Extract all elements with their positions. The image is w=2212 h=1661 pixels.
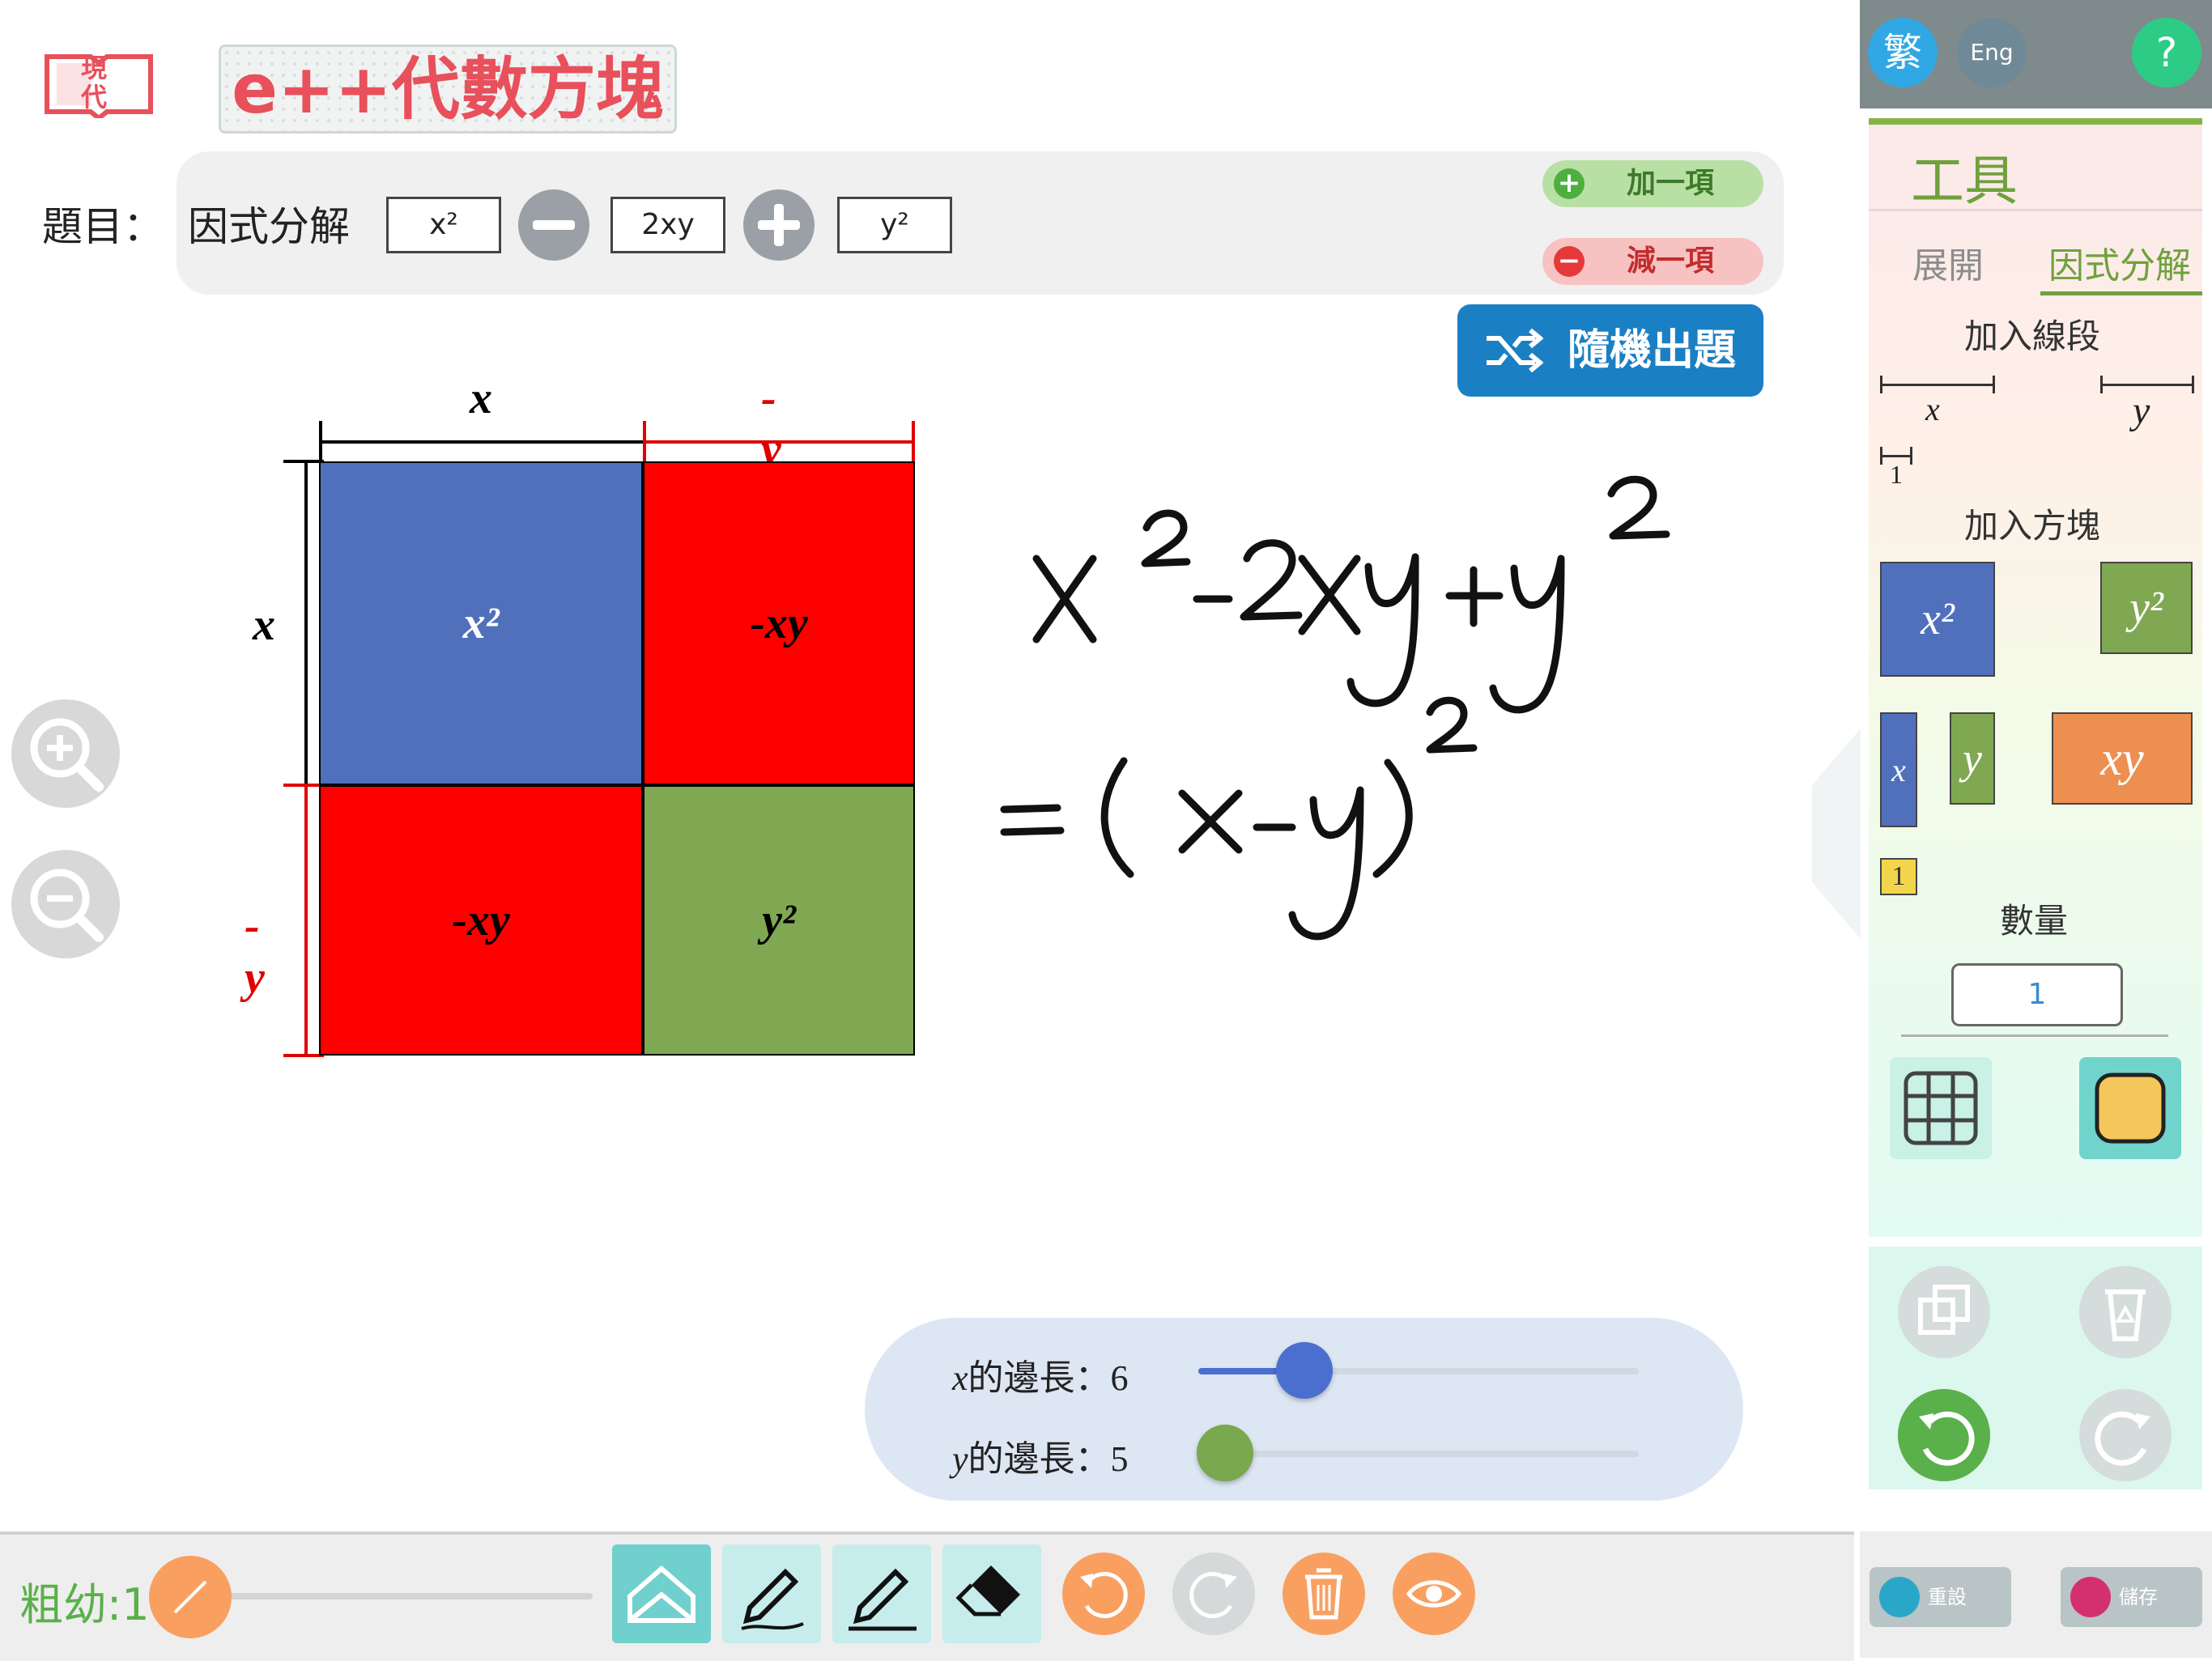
pencil-tool-button[interactable]	[722, 1544, 821, 1643]
quantity-label: 數量	[2000, 901, 2069, 941]
reset-trash-icon	[1879, 1577, 1920, 1617]
tile-style-icon	[2095, 1073, 2166, 1144]
stroke-thickness-handle[interactable]	[149, 1556, 232, 1638]
help-button[interactable]: ?	[2132, 18, 2201, 87]
random-question-label: 隨機出題	[1568, 326, 1737, 375]
redo-stroke-icon	[1189, 1572, 1237, 1618]
reset-button[interactable]: 重設	[1870, 1567, 2011, 1627]
stroke-thickness-slider[interactable]	[191, 1593, 593, 1599]
remove-term-button[interactable]: − 減一項	[1542, 238, 1763, 285]
minus-circle-icon: −	[1554, 246, 1585, 277]
segment-1-button[interactable]: 1	[1880, 447, 1921, 495]
panel-collapse-tab[interactable]	[1796, 729, 1861, 939]
pen-icon	[849, 1568, 917, 1631]
undo-move-button[interactable]	[1898, 1389, 1990, 1481]
zoom-out-icon	[30, 869, 104, 942]
english-button[interactable]: Eng	[1957, 18, 2027, 87]
duplicate-icon	[1918, 1285, 1970, 1335]
remove-term-label: 減一項	[1627, 244, 1715, 278]
zoom-in-icon	[30, 718, 104, 792]
stroke-line-icon	[173, 1580, 207, 1614]
slider-x-track[interactable]	[1198, 1342, 1639, 1399]
left-label-neg-y: -y	[245, 901, 265, 1003]
zoom-out-button[interactable]	[11, 850, 120, 958]
undo-icon	[1919, 1411, 1975, 1466]
add-block-label: 加入方塊	[1964, 506, 2101, 546]
recycle-bin-icon	[2105, 1289, 2146, 1341]
grid-icon	[1904, 1071, 1978, 1145]
question-type: 因式分解	[188, 203, 350, 250]
slider-y-label: y的邊長：5	[952, 1439, 1129, 1479]
stroke-thickness-label: 粗幼:1	[19, 1579, 150, 1630]
add-term-label: 加一項	[1627, 167, 1715, 200]
show-hide-drawing-button[interactable]	[1393, 1553, 1475, 1635]
duplicate-button[interactable]	[1898, 1266, 1990, 1358]
top-label-neg-y: -y	[761, 373, 781, 475]
background-tool-button[interactable]	[612, 1544, 711, 1643]
save-button[interactable]: 儲存	[2061, 1567, 2202, 1627]
redo-move-button[interactable]	[2079, 1389, 2172, 1481]
undo-stroke-icon	[1080, 1572, 1128, 1618]
block-y-button[interactable]: y	[1950, 712, 1995, 805]
term-input-1[interactable]: x²	[386, 197, 501, 253]
tools-title: 工具	[1911, 150, 2018, 212]
slider-y-track[interactable]	[1196, 1425, 1639, 1481]
slider-x-label: x的邊長：6	[952, 1358, 1129, 1398]
tools-panel: 工具 展開 因式分解 加入線段 x y 1 加入方塊 x² y² x y xy …	[1869, 118, 2202, 1237]
block-x-button[interactable]: x	[1880, 712, 1917, 827]
language-bar: 繁 Eng ?	[1860, 0, 2212, 108]
term-input-2[interactable]: 2xy	[610, 197, 725, 253]
tile-neg-xy-top[interactable]: -xy	[643, 461, 915, 785]
pen-tool-button[interactable]	[832, 1544, 931, 1643]
trash-icon	[1305, 1568, 1342, 1620]
segment-y-button[interactable]: y	[2100, 376, 2194, 440]
app-brand-logo: e++代數方塊	[219, 45, 677, 134]
quantity-input[interactable]: 1	[1951, 963, 2123, 1026]
grid-toggle-button[interactable]	[1890, 1057, 1992, 1159]
tile-x-squared[interactable]: x²	[319, 461, 643, 785]
tile-y-squared[interactable]: y²	[643, 785, 915, 1056]
undo-stroke-button[interactable]	[1062, 1553, 1145, 1635]
segment-x-button[interactable]: x	[1880, 376, 1995, 440]
pencil-icon	[741, 1568, 804, 1630]
block-xy-button[interactable]: xy	[2052, 712, 2193, 805]
handwritten-solution	[1000, 475, 1670, 941]
eraser-icon	[955, 1565, 1020, 1616]
tile-neg-xy-bottom[interactable]: -xy	[319, 785, 643, 1056]
tab-expand[interactable]: 展開	[1912, 236, 1984, 288]
plus-circle-icon: +	[1554, 168, 1585, 199]
left-label-x: x	[253, 600, 275, 650]
slider-y-handle[interactable]	[1196, 1425, 1253, 1481]
zoom-in-button[interactable]	[11, 699, 120, 808]
redo-icon	[2095, 1411, 2150, 1466]
question-label: 題目：	[42, 203, 164, 250]
block-1-button[interactable]: 1	[1880, 858, 1917, 895]
term-input-3[interactable]: y²	[837, 197, 952, 253]
slider-x-handle[interactable]	[1275, 1342, 1333, 1399]
random-question-button[interactable]: 隨機出題	[1457, 304, 1763, 397]
tab-factorize[interactable]: 因式分解	[2048, 236, 2191, 288]
block-x-squared-button[interactable]: x²	[1880, 562, 1995, 677]
logo-text: 現代	[81, 53, 108, 113]
plus-sign-button[interactable]	[743, 189, 815, 261]
save-icon	[2070, 1577, 2111, 1617]
clear-drawing-button[interactable]	[1283, 1553, 1365, 1635]
side-length-sliders: x的邊長：6 y的邊長：5	[865, 1318, 1743, 1501]
recycle-button[interactable]	[2079, 1266, 2172, 1358]
block-y-squared-button[interactable]: y²	[2100, 562, 2193, 654]
eraser-tool-button[interactable]	[942, 1544, 1041, 1643]
edit-actions-panel	[1869, 1247, 2202, 1489]
panel-footer: 重設 儲存	[1860, 1531, 2212, 1658]
shuffle-icon	[1487, 329, 1543, 372]
traditional-chinese-button[interactable]: 繁	[1868, 18, 1938, 87]
add-term-button[interactable]: + 加一項	[1542, 160, 1763, 207]
minus-sign-button[interactable]	[518, 189, 589, 261]
add-segment-label: 加入線段	[1964, 316, 2101, 356]
eye-icon	[1406, 1580, 1462, 1608]
background-icon	[627, 1565, 696, 1623]
tile-style-button[interactable]	[2079, 1057, 2181, 1159]
top-label-x: x	[470, 373, 492, 423]
publisher-logo: 現代	[42, 50, 155, 121]
redo-stroke-button[interactable]	[1172, 1553, 1255, 1635]
